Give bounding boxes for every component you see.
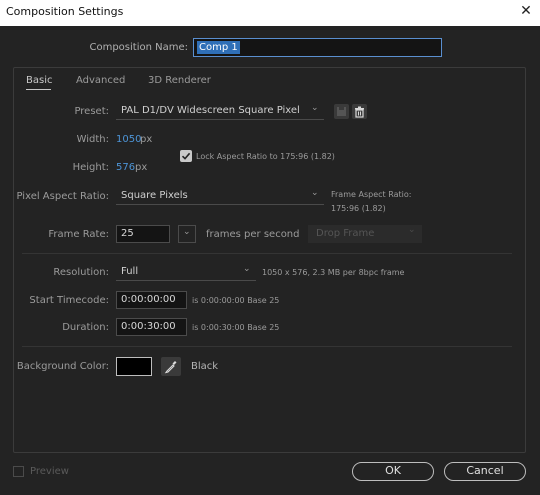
start-timecode-label: Start Timecode:: [29, 295, 109, 306]
trash-icon[interactable]: [352, 104, 367, 119]
title-bar: Composition Settings ✕: [0, 0, 540, 26]
lock-aspect-checkbox[interactable]: [180, 150, 192, 162]
resolution-info: 1050 x 576, 2.3 MB per 8bpc frame: [262, 268, 405, 277]
comp-name-value: Comp 1: [197, 41, 240, 54]
resolution-value: Full: [121, 266, 139, 277]
chevron-down-icon: ⌄: [311, 103, 319, 113]
comp-name-input[interactable]: Comp 1: [193, 38, 442, 57]
preset-value: PAL D1/DV Widescreen Square Pixel: [121, 105, 300, 116]
frame-rate-input[interactable]: 25: [116, 225, 170, 243]
preview-checkbox[interactable]: [13, 466, 24, 477]
duration-label: Duration:: [62, 322, 109, 333]
lock-aspect-label: Lock Aspect Ratio to 175:96 (1.82): [196, 152, 335, 161]
frame-aspect-value: 175:96 (1.82): [331, 204, 386, 213]
ok-button[interactable]: OK: [352, 462, 434, 481]
width-label: Width:: [76, 134, 109, 145]
pixel-aspect-dropdown[interactable]: Square Pixels ⌄: [116, 188, 324, 205]
tab-basic[interactable]: Basic: [26, 75, 52, 86]
duration-input[interactable]: 0:00:30:00: [116, 318, 187, 336]
tab-3d-renderer[interactable]: 3D Renderer: [148, 75, 211, 86]
start-timecode-info: is 0:00:00:00 Base 25: [192, 296, 280, 305]
chevron-down-icon: ⌄: [243, 264, 251, 274]
resolution-label: Resolution:: [53, 267, 109, 278]
chevron-down-icon: ⌄: [183, 227, 191, 237]
cancel-button[interactable]: Cancel: [444, 462, 526, 481]
resolution-dropdown[interactable]: Full ⌄: [116, 264, 256, 281]
background-color-name: Black: [191, 361, 219, 372]
separator: [22, 253, 512, 254]
drop-frame-label: Drop Frame: [316, 228, 375, 239]
preset-label: Preset:: [74, 106, 109, 117]
frame-aspect-label: Frame Aspect Ratio:: [331, 190, 412, 199]
close-icon[interactable]: ✕: [519, 3, 533, 19]
frame-rate-dropdown-button[interactable]: ⌄: [178, 225, 196, 243]
settings-panel: [13, 67, 526, 453]
drop-frame-dropdown: Drop Frame ⌄: [308, 225, 422, 243]
tab-basic-underline: [26, 89, 51, 90]
start-timecode-input[interactable]: 0:00:00:00: [116, 291, 187, 309]
comp-name-label: Composition Name:: [89, 42, 188, 53]
background-color-swatch[interactable]: [116, 357, 152, 376]
preview-label: Preview: [30, 466, 69, 477]
background-color-label: Background Color:: [16, 361, 109, 372]
pixel-aspect-label: Pixel Aspect Ratio:: [16, 191, 110, 202]
width-unit: px: [140, 134, 153, 145]
window-title: Composition Settings: [6, 5, 124, 18]
checkmark-icon: [181, 152, 191, 160]
height-label: Height:: [72, 162, 109, 173]
save-preset-icon[interactable]: [334, 104, 349, 119]
duration-info: is 0:00:30:00 Base 25: [192, 323, 280, 332]
tab-advanced[interactable]: Advanced: [76, 75, 125, 86]
height-value[interactable]: 576: [116, 162, 135, 173]
chevron-down-icon: ⌄: [408, 225, 416, 235]
width-value[interactable]: 1050: [116, 134, 141, 145]
separator: [22, 346, 512, 347]
frame-rate-label: Frame Rate:: [48, 229, 109, 240]
preset-dropdown[interactable]: PAL D1/DV Widescreen Square Pixel ⌄: [116, 103, 324, 120]
chevron-down-icon: ⌄: [311, 188, 319, 198]
pixel-aspect-value: Square Pixels: [121, 190, 188, 201]
frame-rate-unit: frames per second: [206, 229, 300, 240]
height-unit: px: [135, 162, 148, 173]
eyedropper-icon[interactable]: [161, 357, 181, 376]
